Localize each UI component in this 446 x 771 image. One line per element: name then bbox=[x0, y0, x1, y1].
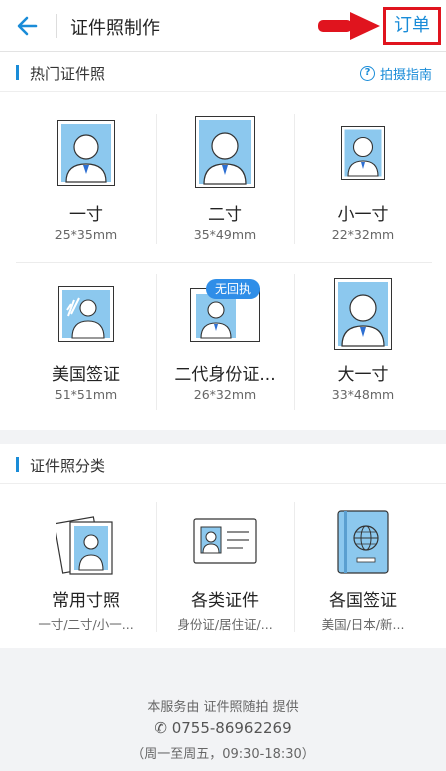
photo-size-name: 二代身份证... bbox=[174, 365, 276, 385]
categories-section-title: 证件照分类 bbox=[30, 457, 106, 475]
service-provider-text: 本服务由 证件照随拍 提供 bbox=[147, 700, 299, 715]
category-name: 各国签证 bbox=[329, 591, 397, 611]
grid-divider bbox=[16, 262, 432, 263]
category-description: 身份证/居住证/... bbox=[177, 617, 273, 632]
service-hours: （周一至周五，09:30-18:30） bbox=[131, 747, 315, 762]
question-icon: ? bbox=[359, 66, 375, 81]
photo-size-us-visa[interactable]: 美国签证 51*51mm bbox=[17, 274, 155, 414]
photo-size-one-inch[interactable]: 一寸 25*35mm bbox=[17, 112, 155, 252]
portrait-two-inch-icon bbox=[195, 116, 255, 188]
no-receipt-badge: 无回执 bbox=[206, 279, 260, 299]
shooting-guide-label: 拍摄指南 bbox=[379, 68, 432, 83]
shooting-guide-link[interactable]: ? 拍摄指南 bbox=[359, 64, 432, 83]
passport-icon bbox=[337, 510, 389, 574]
category-name: 各类证件 bbox=[191, 591, 259, 611]
portrait-one-inch-icon bbox=[57, 120, 115, 186]
page-title: 证件照制作 bbox=[70, 18, 160, 39]
category-documents[interactable]: 各类证件 身份证/居住证/... bbox=[156, 500, 294, 640]
category-description: 美国/日本/新... bbox=[321, 617, 405, 632]
photo-size-name: 美国签证 bbox=[52, 365, 120, 385]
category-common-sizes[interactable]: 常用寸照 一寸/二寸/小一... bbox=[17, 500, 155, 640]
category-visas[interactable]: 各国签证 美国/日本/新... bbox=[294, 500, 432, 640]
phone-number: 0755-86962269 bbox=[171, 719, 292, 737]
photo-size-name: 小一寸 bbox=[337, 205, 389, 225]
hot-photos-panel: 热门证件照 ? 拍摄指南 一寸 25*35mm 二寸 35*49mm 小一寸 2… bbox=[0, 52, 446, 430]
photo-size-dimensions: 35*49mm bbox=[193, 227, 257, 242]
id-card-icon bbox=[193, 518, 257, 564]
categories-section-header: 证件照分类 bbox=[0, 444, 446, 484]
contact-phone[interactable]: ✆ 0755-86962269 bbox=[0, 719, 446, 737]
back-arrow-icon[interactable] bbox=[14, 12, 42, 40]
photo-size-dimensions: 51*51mm bbox=[54, 387, 118, 402]
section-marker bbox=[16, 457, 19, 472]
header-divider bbox=[56, 14, 57, 38]
category-description: 一寸/二寸/小一... bbox=[38, 617, 134, 632]
category-name: 常用寸照 bbox=[52, 591, 120, 611]
photo-size-small-one-inch[interactable]: 小一寸 22*32mm bbox=[294, 112, 432, 252]
photo-size-name: 二寸 bbox=[208, 205, 242, 225]
photo-size-dimensions: 26*32mm bbox=[193, 387, 257, 402]
hot-section-title: 热门证件照 bbox=[30, 65, 106, 83]
photo-size-large-one-inch[interactable]: 大一寸 33*48mm bbox=[294, 274, 432, 414]
portrait-small-one-inch-icon bbox=[341, 126, 385, 180]
photo-stack-icon bbox=[56, 516, 113, 575]
portrait-us-visa-icon bbox=[58, 286, 114, 342]
photo-size-dimensions: 33*48mm bbox=[331, 387, 395, 402]
photo-size-two-inch[interactable]: 二寸 35*49mm bbox=[156, 112, 294, 252]
red-arrow-annotation-icon bbox=[318, 12, 380, 40]
photo-size-name: 大一寸 bbox=[337, 365, 389, 385]
phone-icon: ✆ bbox=[154, 719, 167, 737]
photo-size-dimensions: 22*32mm bbox=[331, 227, 395, 242]
hot-section-header: 热门证件照 ? 拍摄指南 bbox=[0, 52, 446, 92]
portrait-large-one-inch-icon bbox=[334, 278, 392, 350]
photo-size-name: 一寸 bbox=[69, 205, 103, 225]
photo-size-dimensions: 25*35mm bbox=[54, 227, 118, 242]
section-marker bbox=[16, 65, 19, 80]
categories-panel: 证件照分类 常用寸照 一寸/二寸/小一... 各类证件 身份证/居住证/... … bbox=[0, 444, 446, 648]
header-bar: 证件照制作 订单 bbox=[0, 0, 446, 52]
order-button[interactable]: 订单 bbox=[383, 7, 441, 45]
